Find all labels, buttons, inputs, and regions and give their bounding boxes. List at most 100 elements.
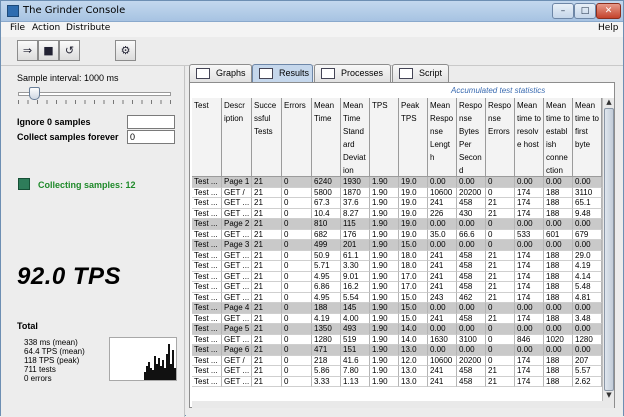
- table-cell: 15.0: [399, 303, 428, 314]
- table-cell: 0: [282, 334, 312, 345]
- menu-file[interactable]: File: [10, 23, 25, 33]
- table-cell: GET /: [222, 355, 252, 366]
- table-row[interactable]: Test ... Page 2 21 0 810 115 1.90 19.0 0.00 0.00 0…: [192, 219, 602, 230]
- table-cell: 1.90: [370, 303, 399, 314]
- table-cell: 1.90: [370, 334, 399, 345]
- table-cell: Page 5: [222, 324, 252, 335]
- table-cell: 241: [428, 313, 457, 324]
- table-row[interactable]: Test ... GET /21 0 5800 1870 1.90 19.0 10600 202…: [192, 187, 602, 198]
- table-row[interactable]: Test ... GET ... 21 0 50.9 61.1 1.90 18.0 241 458…: [192, 250, 602, 261]
- table-cell: 471: [312, 345, 341, 356]
- table-cell: 21: [252, 366, 282, 377]
- table-cell: 174: [515, 250, 544, 261]
- total-label: Total: [17, 321, 38, 331]
- table-cell: Test ...: [192, 376, 222, 387]
- scrollbar-thumb[interactable]: [604, 108, 614, 391]
- table-cell: 1.90: [370, 229, 399, 240]
- table-cell: GET /: [222, 187, 252, 198]
- results-vertical-scrollbar[interactable]: ▲ ▼: [602, 98, 614, 401]
- column-header[interactable]: Errors: [282, 98, 312, 177]
- table-row[interactable]: Test ... Page 1 21 0 6240 1930 1.90 19.0 0.00 0.0…: [192, 177, 602, 188]
- menu-help[interactable]: Help: [598, 23, 619, 33]
- table-row[interactable]: Test ... GET ... 21 0 6.86 16.2 1.90 17.0 241 458…: [192, 282, 602, 293]
- table-row[interactable]: Test ... Page 3 21 0 499 201 1.90 15.0 0.00 0.00 0…: [192, 240, 602, 251]
- table-cell: 5.48: [573, 282, 602, 293]
- table-cell: 679: [573, 229, 602, 240]
- table-cell: Test ...: [192, 219, 222, 230]
- table-cell: 21: [252, 271, 282, 282]
- total-mean-tps: 64.4 TPS (mean): [24, 347, 85, 356]
- stop-processes-button[interactable]: ■: [38, 40, 59, 61]
- menu-bar: File Action Distribute Help: [1, 22, 623, 37]
- column-header[interactable]: Mean Respo nse Length: [428, 98, 457, 177]
- table-cell: 1.90: [370, 282, 399, 293]
- scroll-up-icon[interactable]: ▲: [604, 98, 614, 107]
- table-row[interactable]: Test ... GET ... 21 0 5.86 7.80 1.90 13.0 241 458…: [192, 366, 602, 377]
- table-cell: 4.14: [573, 271, 602, 282]
- table-row[interactable]: Test ... GET ... 21 0 4.95 9.01 1.90 17.0 241 458…: [192, 271, 602, 282]
- ignore-samples-field[interactable]: [127, 115, 175, 129]
- table-cell: 601: [544, 229, 573, 240]
- table-cell: 5.71: [312, 261, 341, 272]
- column-header[interactable]: Mean time to resolv e host: [515, 98, 544, 177]
- table-row[interactable]: Test ... GET ... 21 0 4.19 4.00 1.90 15.0 241 458…: [192, 313, 602, 324]
- table-cell: 241: [428, 376, 457, 387]
- column-header[interactable]: Mean Time: [312, 98, 341, 177]
- menu-distribute[interactable]: Distribute: [66, 23, 110, 33]
- column-header[interactable]: Respo nse Bytes Per Secon d: [457, 98, 486, 177]
- table-row[interactable]: Test ... Page 4 21 0 188 145 1.90 15.0 0.00 0.00 0…: [192, 303, 602, 314]
- tab-processes[interactable]: Processes: [314, 64, 391, 82]
- table-cell: 115: [341, 219, 370, 230]
- column-header[interactable]: TPS: [370, 98, 399, 177]
- table-row[interactable]: Test ... Page 5 21 0 1350 493 1.90 14.0 0.00 0.00…: [192, 324, 602, 335]
- tab-graphs[interactable]: Graphs: [189, 64, 252, 82]
- table-row[interactable]: Test ... GET ... 21 0 10.4 8.27 1.90 19.0 226 430…: [192, 208, 602, 219]
- table-row[interactable]: Test ... GET ... 21 0 682 176 1.90 19.0 35.0 66.6…: [192, 229, 602, 240]
- tab-script[interactable]: Script: [392, 64, 449, 82]
- table-cell: 21: [252, 292, 282, 303]
- table-row[interactable]: Test ... GET ... 21 0 1280 519 1.90 14.0 1630 310…: [192, 334, 602, 345]
- table-cell: 0: [282, 198, 312, 209]
- table-cell: 19.0: [399, 198, 428, 209]
- table-cell: 18.0: [399, 250, 428, 261]
- table-row[interactable]: Test ... GET ... 21 0 3.33 1.13 1.90 13.0 241 458…: [192, 376, 602, 387]
- table-cell: 0.00: [428, 324, 457, 335]
- stop-icon: ■: [43, 44, 54, 57]
- column-header[interactable]: Peak TPS: [399, 98, 428, 177]
- table-cell: 50.9: [312, 250, 341, 261]
- close-button[interactable]: ✕: [596, 3, 621, 19]
- table-row[interactable]: Test ... GET ... 21 0 4.95 5.54 1.90 15.0 243 462…: [192, 292, 602, 303]
- start-processes-button[interactable]: ⇒: [17, 40, 38, 61]
- column-header[interactable]: Respo nse Errors: [486, 98, 515, 177]
- column-header[interactable]: Mean time to first byte: [573, 98, 602, 177]
- column-header[interactable]: Succe ssful Tests: [252, 98, 282, 177]
- table-row[interactable]: Test ... Page 6 21 0 471 151 1.90 13.0 0.00 0.00 0…: [192, 345, 602, 356]
- table-cell: 188: [544, 366, 573, 377]
- maximize-button[interactable]: □: [574, 3, 596, 19]
- table-cell: GET ...: [222, 366, 252, 377]
- distribute-files-button[interactable]: ⚙: [115, 40, 136, 61]
- reset-processes-button[interactable]: ↺: [59, 40, 80, 61]
- collect-samples-field[interactable]: 0: [127, 130, 175, 144]
- table-cell: 0.00: [515, 303, 544, 314]
- sample-interval-slider[interactable]: [18, 92, 171, 96]
- table-row[interactable]: Test ... GET ... 21 0 67.3 37.6 1.90 19.0 241 458…: [192, 198, 602, 209]
- grinder-app-icon: [7, 5, 19, 17]
- column-header[interactable]: Descr iption: [222, 98, 252, 177]
- scroll-down-icon[interactable]: ▼: [604, 391, 614, 400]
- menu-action[interactable]: Action: [32, 23, 60, 33]
- table-cell: 0: [282, 292, 312, 303]
- table-cell: 4.95: [312, 292, 341, 303]
- tab-results[interactable]: Results: [252, 64, 313, 82]
- table-row[interactable]: Test ... GET ... 21 0 5.71 3.30 1.90 18.0 241 458…: [192, 261, 602, 272]
- column-header[interactable]: Mean time to establ ish conne ction: [544, 98, 573, 177]
- table-cell: 0.00: [428, 177, 457, 188]
- column-header[interactable]: Test: [192, 98, 222, 177]
- table-row[interactable]: Test ... GET /21 0 218 41.6 1.90 12.0 10600 2020…: [192, 355, 602, 366]
- table-cell: Test ...: [192, 355, 222, 366]
- results-horizontal-scrollbar[interactable]: [192, 401, 614, 408]
- slider-thumb[interactable]: [29, 87, 41, 100]
- column-header[interactable]: Mean Time Stand ard Deviat ion: [341, 98, 370, 177]
- table-cell: 0.00: [515, 345, 544, 356]
- minimize-button[interactable]: –: [552, 3, 574, 19]
